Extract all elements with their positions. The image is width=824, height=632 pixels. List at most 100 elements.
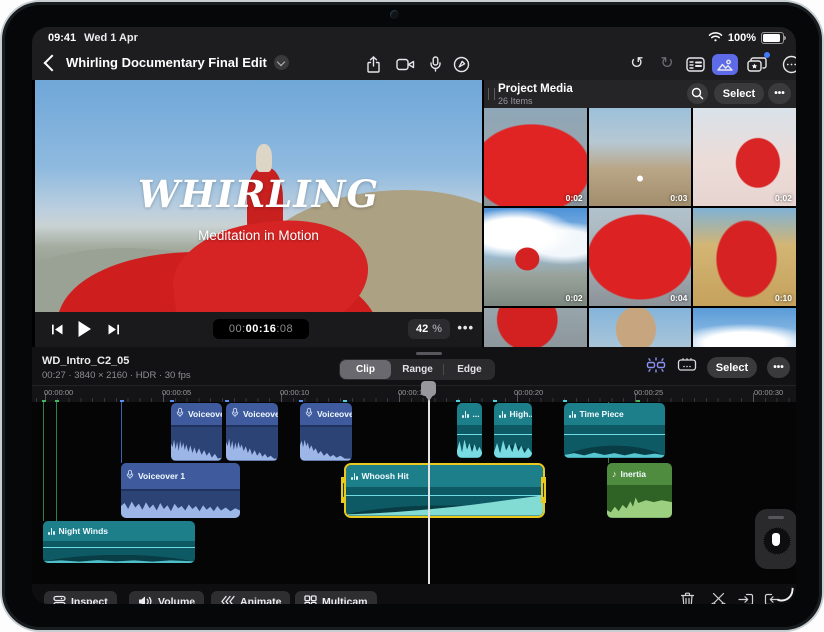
timeline-clip[interactable]: ... (457, 403, 482, 458)
inspect-label: Inspect (71, 595, 108, 605)
clip-label: Voiceover 2 (188, 409, 222, 419)
multicam-icon (304, 595, 317, 604)
ruler-label: 00:00:00 (44, 388, 74, 397)
mode-edge[interactable]: Edge (444, 359, 495, 380)
timeline-clip[interactable]: Voiceover 2 (226, 403, 278, 461)
multicam-label: Multicam (322, 595, 368, 605)
skip-back-icon[interactable] (51, 323, 64, 341)
clip-label: ... (472, 409, 480, 419)
trim-handle-left[interactable] (341, 477, 346, 503)
timeline-more-button[interactable]: ••• (767, 357, 790, 378)
media-thumbnail[interactable]: 0:02 (693, 108, 796, 206)
animate-icon (221, 595, 235, 604)
clip-duration: 0:10 (774, 293, 792, 303)
media-thumbnail[interactable]: 0:04 (588, 208, 692, 306)
timeline-clip[interactable]: Voiceover 1 (121, 463, 240, 518)
insert-clip-icon[interactable] (738, 592, 756, 604)
clip-label: Night Winds (58, 526, 109, 536)
connect-line (56, 402, 57, 521)
blade-icon[interactable] (710, 592, 728, 604)
panel-drag-handle[interactable] (488, 88, 495, 100)
media-more-button[interactable]: ••• (768, 83, 791, 104)
jog-handle-bar (768, 516, 784, 519)
clip-overview-icon[interactable] (677, 357, 697, 378)
multicam-button[interactable]: Multicam (295, 591, 377, 604)
sound-wave-icon (351, 472, 358, 480)
tasks-active-dot (764, 52, 770, 58)
media-select-button[interactable]: Select (714, 83, 764, 104)
timeline-panel: WD_Intro_C2_05 00:27 · 3840 × 2160 · HDR… (32, 347, 796, 604)
jog-wheel[interactable] (755, 509, 796, 569)
mode-clip[interactable]: Clip (340, 360, 391, 379)
annotate-icon[interactable] (450, 54, 472, 74)
timeline-clip-selected[interactable]: Whoosh Hit (344, 463, 545, 518)
media-thumbnail[interactable] (484, 308, 587, 347)
redo-icon[interactable]: ↻ (656, 54, 678, 74)
magnetic-timeline-icon[interactable] (645, 357, 667, 378)
timeline-clips-area[interactable]: Voiceover 2 Voiceover 2 Voiceover 3 ... … (32, 402, 796, 584)
status-bar: 09:41 Wed 1 Apr 100% (32, 27, 796, 49)
timeline-clip[interactable]: Night Winds (43, 521, 195, 563)
timeline-clip[interactable]: Voiceover 3 (300, 403, 352, 461)
ruler-label: 00:00:30 (754, 388, 784, 397)
index-browser-icon[interactable] (684, 54, 706, 74)
timeline-clip-name: WD_Intro_C2_05 (42, 355, 130, 367)
chevron-down-icon[interactable] (273, 55, 289, 70)
sound-wave-icon (569, 410, 576, 418)
animate-button[interactable]: Animate (211, 591, 291, 604)
timeline-drag-handle[interactable] (416, 352, 442, 355)
title-overlay: WHIRLING (137, 172, 380, 216)
timeline-clip[interactable]: ♪ Inertia (607, 463, 672, 518)
project-title-label: Whirling Documentary Final Edit (66, 55, 267, 70)
timeline-ruler[interactable]: 00:00:00 00:00:05 00:00:10 00:00:15 00:0… (32, 385, 796, 403)
inspect-button[interactable]: Inspect (44, 591, 117, 604)
camcorder-icon[interactable] (394, 54, 416, 74)
clip-label: Voiceover 3 (317, 409, 352, 419)
more-icon[interactable] (780, 54, 796, 74)
video-viewer[interactable]: WHIRLING Meditation in Motion (35, 80, 482, 312)
skip-forward-icon[interactable] (107, 323, 120, 341)
share-icon[interactable] (362, 54, 384, 74)
timeline-clip[interactable]: High... (494, 403, 532, 458)
media-thumbnail[interactable] (693, 308, 796, 347)
timeline-clip[interactable]: Time Piece (564, 403, 665, 458)
media-thumbnail[interactable]: 0:03 (588, 108, 692, 206)
project-title[interactable]: Whirling Documentary Final Edit (66, 55, 289, 70)
ipad-device: 09:41 Wed 1 Apr 100% Whirling Documentar… (0, 0, 824, 632)
ruler-label: 00:00:05 (162, 388, 192, 397)
media-thumbnail[interactable] (588, 308, 692, 347)
sound-wave-icon (462, 410, 469, 418)
microphone-icon[interactable] (424, 54, 446, 74)
play-button[interactable] (77, 320, 92, 343)
clip-label: Whoosh Hit (361, 471, 409, 481)
jog-pointer (772, 533, 780, 546)
clip-label: High... (509, 409, 533, 419)
front-camera (390, 10, 399, 19)
viewer-zoom-control[interactable]: 42% (407, 319, 450, 339)
trash-icon[interactable] (680, 592, 698, 604)
undo-icon[interactable]: ↺ (626, 54, 648, 74)
timecode-display[interactable]: 00: 00:16:08 (213, 319, 309, 339)
media-browser-icon[interactable] (712, 54, 738, 75)
timeline-clip-info: 00:27 · 3840 × 2160 · HDR · 30 fps (42, 370, 191, 381)
trim-handle-right[interactable] (541, 477, 546, 503)
viewer-more-icon[interactable]: ••• (457, 320, 474, 335)
volume-button[interactable]: Volume (129, 591, 205, 604)
media-thumbnail[interactable]: 0:02 (484, 208, 587, 306)
media-thumbnail[interactable]: 0:02 (484, 108, 587, 206)
playhead-line (428, 391, 430, 584)
timeline-clip[interactable]: Voiceover 2 (171, 403, 222, 461)
timecode-post: :08 (276, 323, 294, 335)
background-tasks-icon[interactable] (746, 52, 770, 74)
playhead-handle[interactable] (421, 381, 436, 401)
mode-range[interactable]: Range (392, 359, 443, 380)
microphone-icon (305, 405, 313, 423)
timeline-select-button[interactable]: Select (707, 357, 757, 378)
screen: 09:41 Wed 1 Apr 100% Whirling Documentar… (32, 27, 796, 604)
project-media-title: Project Media (498, 83, 573, 95)
battery-percent: 100% (727, 32, 756, 44)
clip-duration: 0:03 (670, 193, 688, 203)
clip-label: Time Piece (579, 409, 624, 419)
media-thumbnail[interactable]: 0:10 (693, 208, 796, 306)
search-icon[interactable] (687, 83, 708, 104)
